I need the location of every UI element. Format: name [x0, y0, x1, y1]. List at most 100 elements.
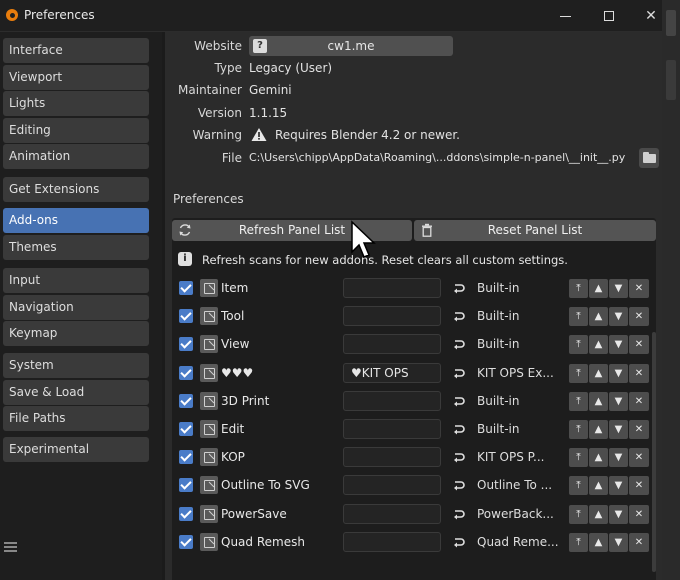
move-to-top-button[interactable]: ⤒: [569, 504, 588, 524]
link-arrow-icon: [454, 425, 465, 435]
move-up-icon: ▲: [594, 339, 603, 351]
move-to-top-icon: ⤒: [576, 536, 581, 548]
enable-checkbox[interactable]: [179, 281, 193, 295]
move-down-button[interactable]: ▼: [609, 307, 628, 327]
move-to-top-button[interactable]: ⤒: [569, 279, 588, 298]
panel-name: Edit: [221, 422, 245, 436]
rename-field[interactable]: [343, 419, 441, 439]
sidebar-item-animation[interactable]: Animation: [3, 144, 149, 169]
move-down-icon: ▼: [614, 480, 623, 492]
sidebar-item-editing[interactable]: Editing: [3, 117, 149, 143]
enable-checkbox[interactable]: [179, 478, 193, 493]
remove-button[interactable]: ✕: [629, 476, 649, 496]
category-label: Built-in: [477, 337, 520, 352]
rename-field[interactable]: [343, 334, 441, 355]
remove-button[interactable]: ✕: [629, 363, 649, 383]
move-to-top-button[interactable]: ⤒: [569, 363, 588, 383]
enable-checkbox[interactable]: [179, 506, 193, 521]
website-value: cw1.me: [327, 39, 375, 53]
move-down-button[interactable]: ▼: [609, 420, 628, 439]
enable-checkbox[interactable]: [179, 534, 193, 549]
file-label: File: [221, 151, 242, 165]
move-up-icon: ▲: [594, 367, 603, 379]
move-down-button[interactable]: ▼: [609, 363, 628, 383]
sidebar-item-input[interactable]: Input: [3, 268, 149, 293]
enable-checkbox[interactable]: [179, 365, 193, 380]
sidebar-item-add-ons[interactable]: Add-ons: [3, 208, 149, 233]
sidebar-item-save-load[interactable]: Save & Load: [3, 379, 149, 405]
sidebar-item-navigation[interactable]: Navigation: [3, 294, 149, 320]
sidebar-item-file-paths[interactable]: File Paths: [3, 406, 149, 431]
move-to-top-button[interactable]: ⤒: [569, 448, 588, 468]
move-up-button[interactable]: ▲: [589, 363, 608, 383]
sidebar-item-lights[interactable]: Lights: [3, 91, 149, 116]
remove-button[interactable]: ✕: [629, 335, 649, 355]
move-down-button[interactable]: ▼: [609, 448, 628, 468]
rename-field[interactable]: [343, 278, 441, 298]
website-row: Website ? cw1.me: [165, 36, 662, 56]
move-down-button[interactable]: ▼: [609, 335, 628, 355]
move-down-button[interactable]: ▼: [609, 279, 628, 298]
enable-checkbox[interactable]: [179, 309, 193, 324]
rename-field[interactable]: ♥KIT OPS: [343, 362, 441, 383]
sidebar-item-keymap[interactable]: Keymap: [3, 321, 149, 346]
move-up-button[interactable]: ▲: [589, 391, 608, 411]
rename-field[interactable]: [343, 306, 441, 327]
reset-panel-list-button[interactable]: Reset Panel List: [414, 220, 656, 241]
move-up-button[interactable]: ▲: [589, 532, 608, 552]
rename-field[interactable]: [343, 447, 441, 468]
move-down-button[interactable]: ▼: [609, 532, 628, 552]
enable-checkbox[interactable]: [179, 337, 193, 352]
minimize-button[interactable]: [542, 0, 588, 32]
move-up-button[interactable]: ▲: [589, 335, 608, 355]
category-label: Outline To ...: [477, 478, 553, 493]
remove-button[interactable]: ✕: [629, 420, 649, 439]
sidebar-item-system[interactable]: System: [3, 353, 149, 378]
move-to-top-button[interactable]: ⤒: [569, 476, 588, 496]
panel-row: Item Built-in ⤒ ▲ ▼ ✕: [172, 278, 656, 300]
rename-field[interactable]: [343, 475, 441, 496]
move-to-top-button[interactable]: ⤒: [569, 420, 588, 439]
move-down-button[interactable]: ▼: [609, 504, 628, 524]
move-down-icon: ▼: [614, 395, 623, 407]
remove-button[interactable]: ✕: [629, 391, 649, 411]
enable-checkbox[interactable]: [179, 422, 193, 436]
move-up-button[interactable]: ▲: [589, 279, 608, 298]
enable-checkbox[interactable]: [179, 393, 193, 408]
move-to-top-icon: ⤒: [576, 395, 581, 407]
sidebar-item-experimental[interactable]: Experimental: [3, 437, 149, 462]
move-up-button[interactable]: ▲: [589, 448, 608, 468]
remove-button[interactable]: ✕: [629, 448, 649, 468]
move-up-button[interactable]: ▲: [589, 476, 608, 496]
sidebar-item-get-extensions[interactable]: Get Extensions: [3, 177, 149, 202]
scrollbar[interactable]: [651, 32, 657, 580]
panel-icon: [200, 391, 218, 410]
move-down-button[interactable]: ▼: [609, 476, 628, 496]
refresh-panel-list-button[interactable]: Refresh Panel List: [172, 220, 412, 241]
remove-button[interactable]: ✕: [629, 532, 649, 552]
move-to-top-icon: ⤒: [576, 283, 581, 294]
remove-button[interactable]: ✕: [629, 504, 649, 524]
website-link-button[interactable]: ? cw1.me: [249, 36, 453, 56]
move-to-top-button[interactable]: ⤒: [569, 391, 588, 411]
enable-checkbox[interactable]: [179, 450, 193, 465]
move-up-button[interactable]: ▲: [589, 307, 608, 327]
rename-field[interactable]: [343, 390, 441, 411]
sidebar-item-themes[interactable]: Themes: [3, 234, 149, 260]
remove-button[interactable]: ✕: [629, 279, 649, 298]
sidebar-item-viewport[interactable]: Viewport: [3, 64, 149, 90]
move-to-top-button[interactable]: ⤒: [569, 532, 588, 552]
sidebar-item-interface[interactable]: Interface: [3, 38, 149, 63]
hamburger-menu-icon[interactable]: [4, 542, 17, 552]
link-arrow-icon: [454, 340, 465, 350]
move-up-button[interactable]: ▲: [589, 504, 608, 524]
move-to-top-button[interactable]: ⤒: [569, 307, 588, 327]
move-to-top-button[interactable]: ⤒: [569, 335, 588, 355]
panel-row: ♥♥♥ ♥KIT OPS KIT OPS Ex... ⤒ ▲ ▼ ✕: [172, 362, 656, 385]
remove-button[interactable]: ✕: [629, 307, 649, 327]
move-down-button[interactable]: ▼: [609, 391, 628, 411]
rename-field[interactable]: [343, 503, 441, 524]
move-up-button[interactable]: ▲: [589, 420, 608, 439]
maximize-button[interactable]: [586, 0, 632, 32]
rename-field[interactable]: [343, 531, 441, 552]
